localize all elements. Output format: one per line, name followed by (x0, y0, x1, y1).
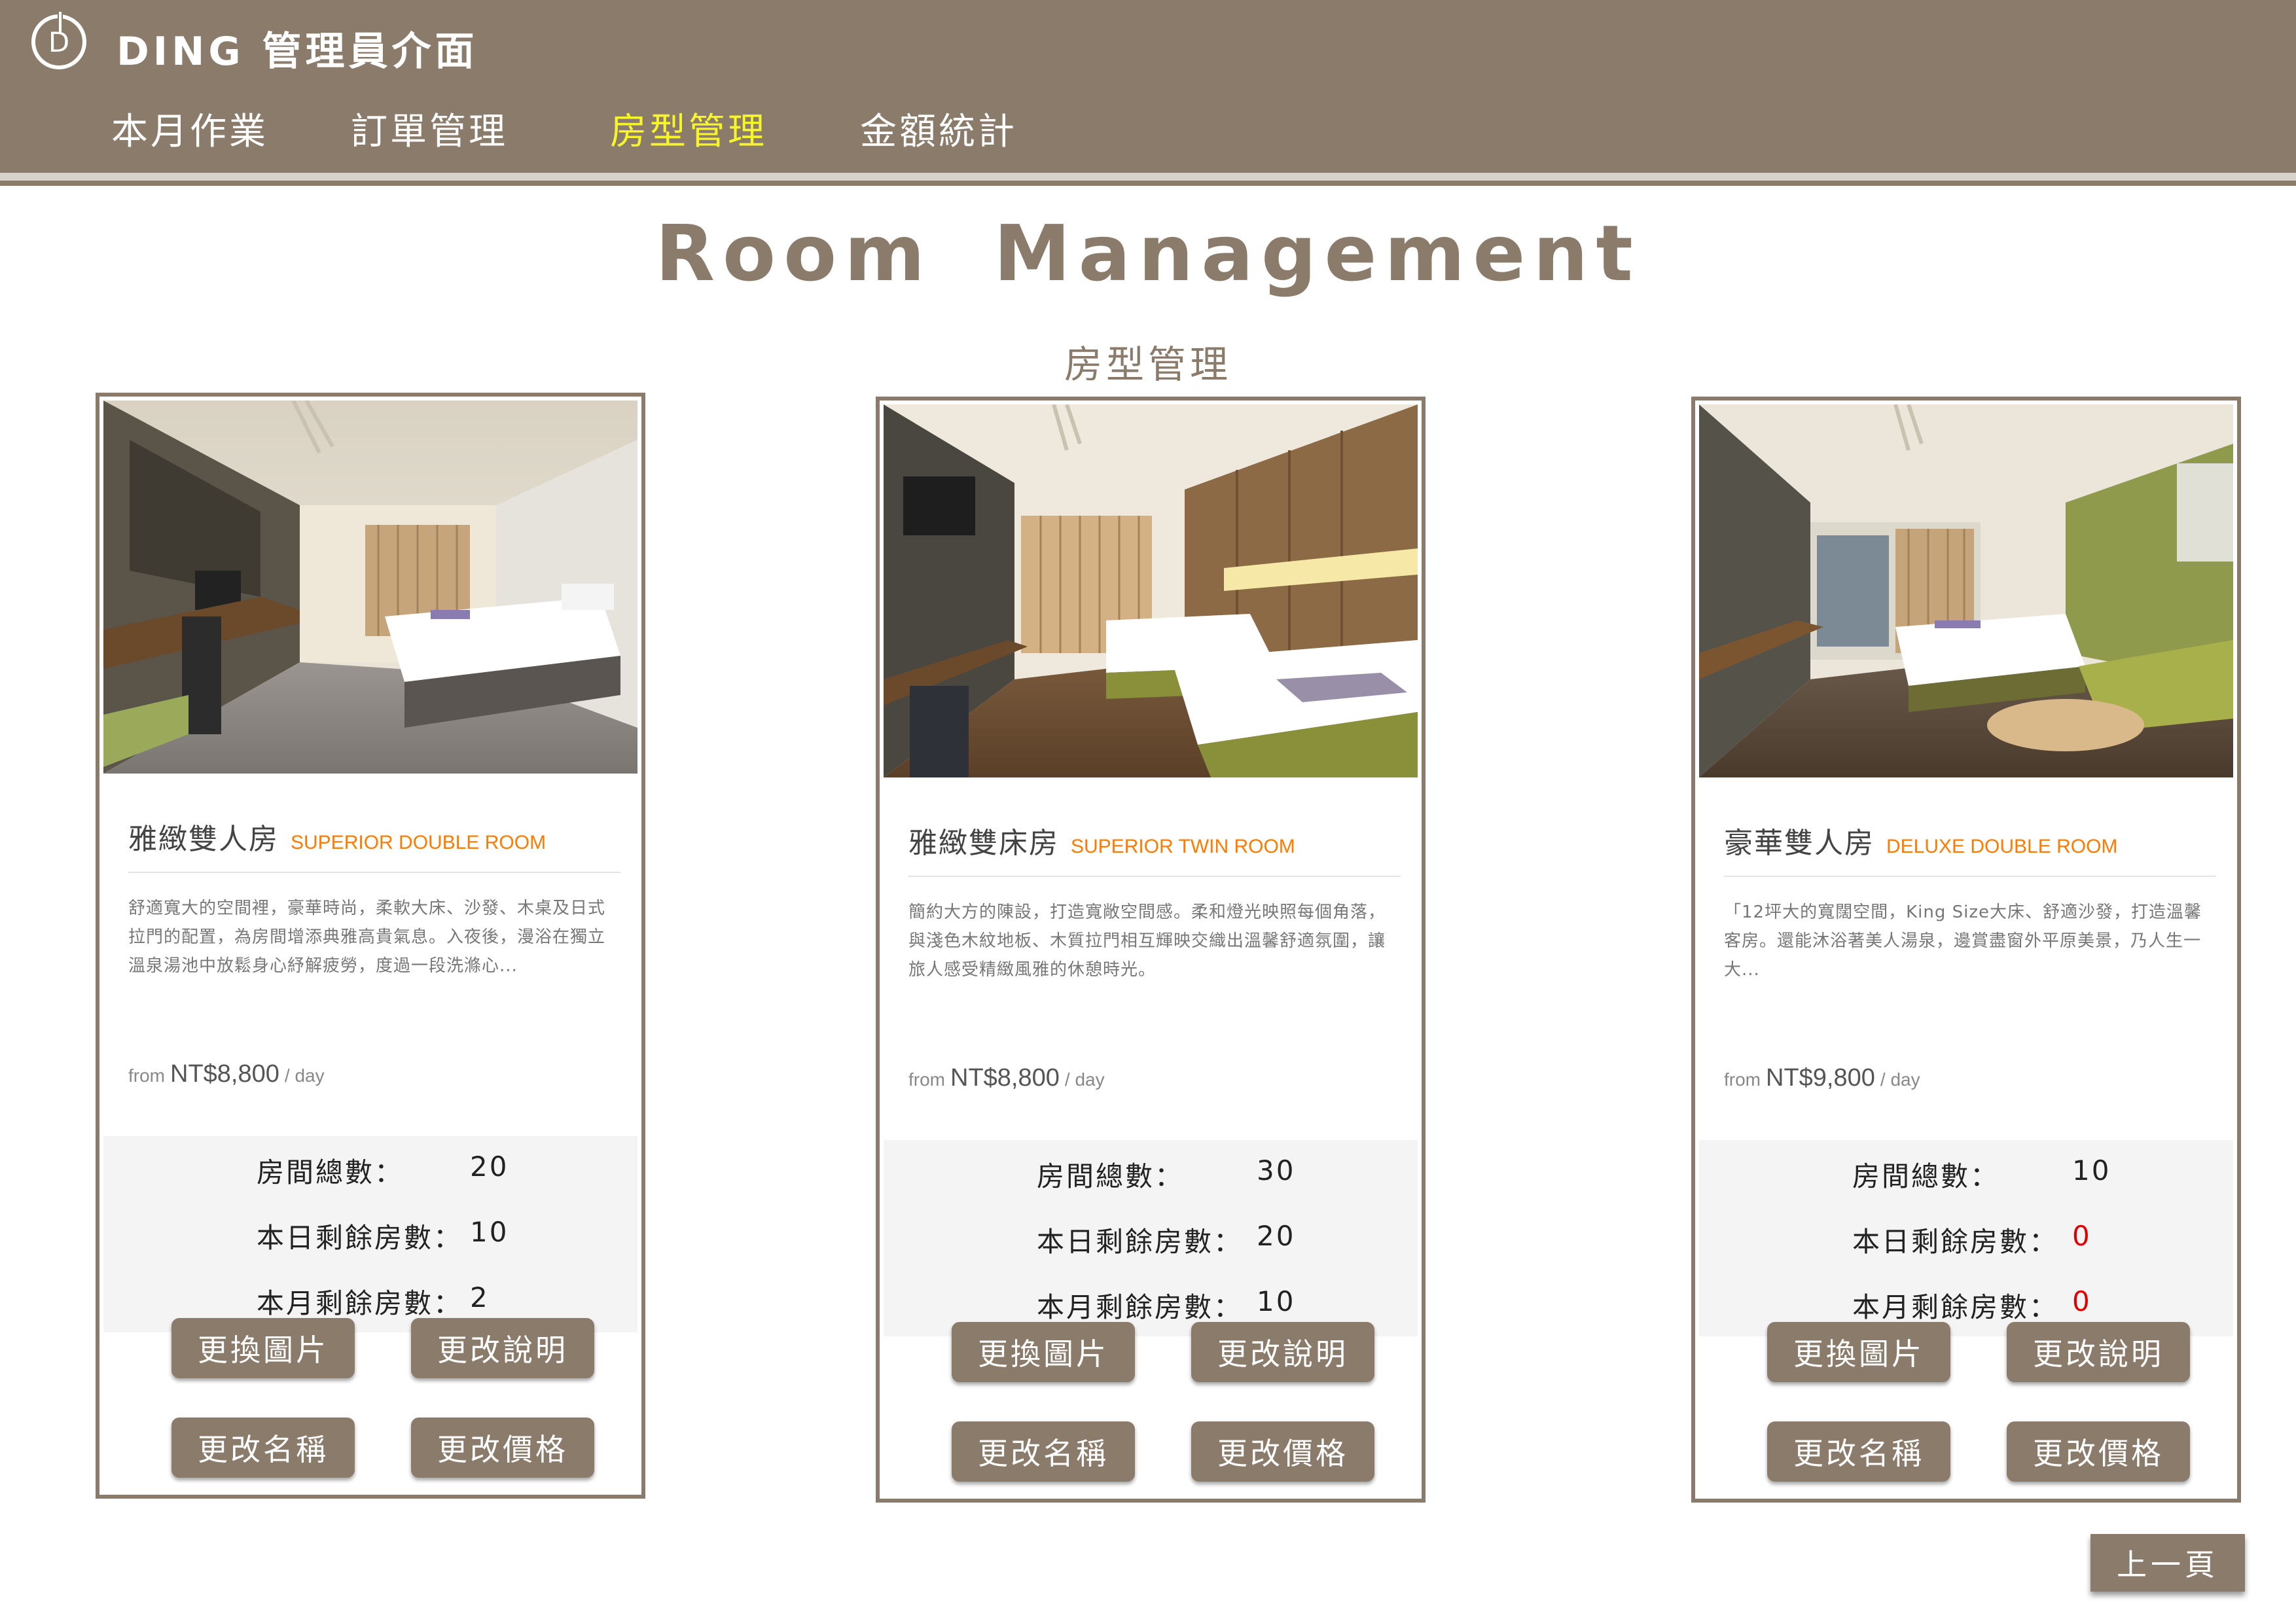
page-subtitle: 房型管理 (1064, 342, 1232, 387)
room-photo-double (103, 401, 637, 774)
price-value: NT$8,800 (170, 1060, 279, 1088)
room-stats-panel: 房間總數： 30 本日剩餘房數： 20 本月剩餘房數： 10 (884, 1140, 1418, 1336)
stat-label: 房間總數： (1037, 1160, 1185, 1192)
stat-value: 10 (2072, 1154, 2111, 1186)
stat-label: 房間總數： (1852, 1160, 2000, 1192)
price-unit: / day (284, 1065, 325, 1086)
stat-today-remaining: 本日剩餘房數： 20 (884, 1220, 1418, 1272)
room-description: 簡約大方的陳設，打造寬敞空間感。柔和燈光映照每個角落，與淺色木紋地板、木質拉門相… (908, 902, 1386, 980)
stat-value-alert: 0 (2072, 1285, 2092, 1317)
stat-label: 本日剩餘房數： (1037, 1226, 1244, 1258)
change-name-button[interactable]: 更改名稱 (952, 1421, 1135, 1482)
room-name-row: 豪華雙人房 DELUXE DOUBLE ROOM (1724, 819, 2216, 877)
stat-total-rooms: 房間總數： 30 (884, 1154, 1418, 1207)
price-unit: / day (1880, 1069, 1920, 1090)
stat-value: 10 (470, 1216, 509, 1248)
stat-label: 本日剩餘房數： (257, 1222, 463, 1254)
room-card-superior-double: 雅緻雙人房 SUPERIOR DOUBLE ROOM 舒適寬大的空間裡，豪華時尚，… (96, 393, 645, 1499)
app-title: DING 管理員介面 (117, 29, 478, 75)
header-divider-dark (0, 181, 2296, 186)
room-card-deluxe-double: 豪華雙人房 DELUXE DOUBLE ROOM 「12坪大的寬闊空間，King … (1691, 397, 2241, 1503)
top-navigation-bar: D DING 管理員介面 本月作業 訂單管理 房型管理 金額統計 (0, 0, 2296, 173)
change-description-button[interactable]: 更改說明 (2007, 1322, 2190, 1382)
room-name-zh: 雅緻雙人房 (128, 823, 279, 856)
stat-value: 30 (1257, 1154, 1296, 1186)
previous-page-button[interactable]: 上一頁 (2090, 1534, 2245, 1592)
price-value: NT$9,800 (1766, 1064, 1875, 1092)
room-name-en: SUPERIOR DOUBLE ROOM (291, 832, 547, 853)
stat-today-remaining: 本日剩餘房數： 0 (1699, 1220, 2233, 1272)
nav-revenue-statistics[interactable]: 金額統計 (860, 102, 1017, 155)
price-from-label: from (128, 1065, 165, 1086)
room-name-row: 雅緻雙人房 SUPERIOR DOUBLE ROOM (128, 815, 620, 873)
room-price: from NT$9,800/ day (1724, 1064, 1920, 1092)
price-value: NT$8,800 (950, 1064, 1060, 1092)
room-name-zh: 豪華雙人房 (1724, 827, 1874, 860)
room-description: 「12坪大的寬闊空間，King Size大床、舒適沙發，打造溫馨客房。還能沐浴著… (1724, 902, 2202, 980)
change-description-button[interactable]: 更改說明 (411, 1318, 594, 1378)
room-name-en: DELUXE DOUBLE ROOM (1886, 836, 2118, 857)
stat-label: 房間總數： (257, 1156, 404, 1188)
change-image-button[interactable]: 更換圖片 (1767, 1322, 1950, 1382)
change-price-button[interactable]: 更改價格 (2007, 1421, 2190, 1482)
stat-today-remaining: 本日剩餘房數： 10 (103, 1216, 637, 1268)
change-description-button[interactable]: 更改說明 (1191, 1322, 1374, 1382)
stat-label: 本月剩餘房數： (1037, 1291, 1244, 1323)
header-divider (0, 173, 2296, 181)
stat-label: 本月剩餘房數： (257, 1287, 463, 1319)
change-price-button[interactable]: 更改價格 (1191, 1421, 1374, 1482)
room-photo-twin (884, 404, 1418, 777)
change-name-button[interactable]: 更改名稱 (171, 1418, 355, 1478)
room-stats-panel: 房間總數： 20 本日剩餘房數： 10 本月剩餘房數： 2 (103, 1136, 637, 1332)
price-unit: / day (1064, 1069, 1105, 1090)
room-price: from NT$8,800/ day (128, 1060, 325, 1088)
change-image-button[interactable]: 更換圖片 (171, 1318, 355, 1378)
room-photo-deluxe (1699, 404, 2233, 777)
room-name-row: 雅緻雙床房 SUPERIOR TWIN ROOM (908, 819, 1401, 877)
change-name-button[interactable]: 更改名稱 (1767, 1421, 1950, 1482)
stat-value: 20 (1257, 1220, 1296, 1252)
change-price-button[interactable]: 更改價格 (411, 1418, 594, 1478)
stat-label: 本月剩餘房數： (1852, 1291, 2059, 1323)
room-description: 舒適寬大的空間裡，豪華時尚，柔軟大床、沙發、木桌及日式拉門的配置，為房間增添典雅… (128, 899, 606, 976)
room-stats-panel: 房間總數： 10 本日剩餘房數： 0 本月剩餘房數： 0 (1699, 1140, 2233, 1336)
stat-value: 20 (470, 1150, 509, 1183)
stat-value: 2 (470, 1281, 490, 1313)
stat-value: 10 (1257, 1285, 1296, 1317)
room-price: from NT$8,800/ day (908, 1064, 1105, 1092)
room-card-superior-twin: 雅緻雙床房 SUPERIOR TWIN ROOM 簡約大方的陳設，打造寬敞空間感。… (876, 397, 1426, 1503)
change-image-button[interactable]: 更換圖片 (952, 1322, 1135, 1382)
page-title: Room Management (655, 208, 1641, 298)
stat-label: 本日剩餘房數： (1852, 1226, 2059, 1258)
price-from-label: from (1724, 1069, 1761, 1090)
stat-total-rooms: 房間總數： 20 (103, 1150, 637, 1203)
stat-value-alert: 0 (2072, 1220, 2092, 1252)
price-from-label: from (908, 1069, 945, 1090)
power-logo-icon[interactable]: D (31, 9, 86, 69)
nav-monthly-tasks[interactable]: 本月作業 (111, 102, 268, 155)
room-name-zh: 雅緻雙床房 (908, 827, 1059, 860)
nav-room-management[interactable]: 房型管理 (610, 102, 767, 155)
room-name-en: SUPERIOR TWIN ROOM (1071, 836, 1295, 857)
stat-total-rooms: 房間總數： 10 (1699, 1154, 2233, 1207)
nav-order-management[interactable]: 訂單管理 (351, 102, 508, 155)
